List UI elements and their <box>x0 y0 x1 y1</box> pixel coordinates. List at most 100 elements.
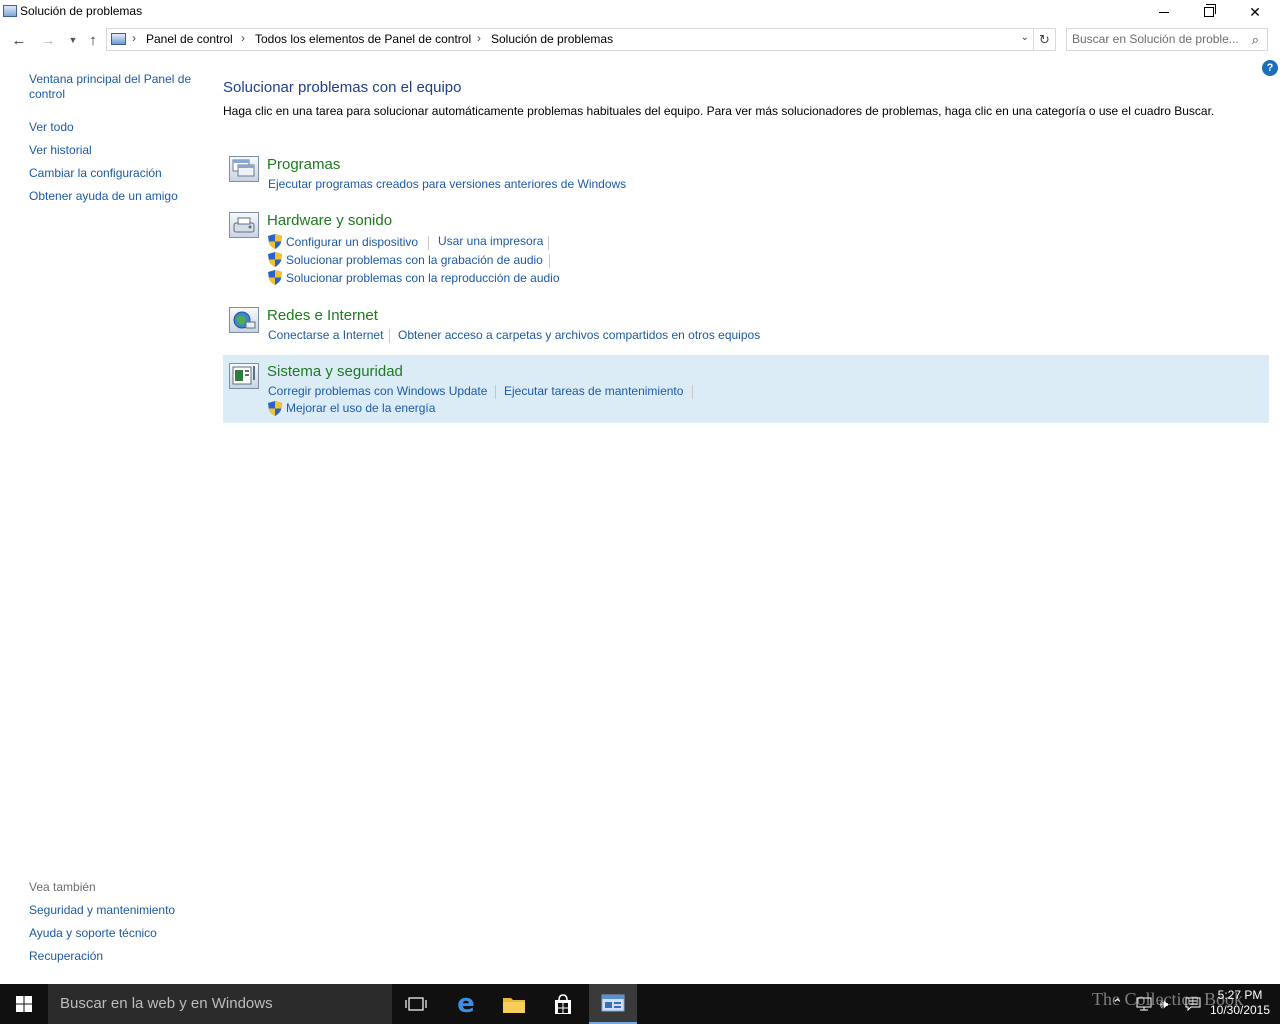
refresh-button[interactable]: ↻ <box>1034 28 1056 51</box>
control-panel-icon <box>601 994 625 1012</box>
navigation-bar: ← → ▼ ↑ › Panel de control › Todos los e… <box>0 28 1280 52</box>
audio-playback-troubleshoot-link[interactable]: Solucionar problemas con la reproducción… <box>286 271 560 285</box>
control-panel-taskbar-button[interactable] <box>589 984 637 1024</box>
maintenance-tasks-link[interactable]: Ejecutar tareas de mantenimiento <box>504 384 683 398</box>
breadcrumb-chevron-icon[interactable]: › <box>241 31 245 45</box>
back-arrow-icon: ← <box>11 31 27 49</box>
show-hidden-icons-button[interactable]: ⌃ <box>1112 984 1123 1024</box>
get-help-from-friend-link[interactable]: Obtener ayuda de un amigo <box>29 189 178 204</box>
taskbar: e The Collection Book ⌃ <box>0 984 1280 1024</box>
network-internet-icon <box>229 307 259 333</box>
change-settings-link[interactable]: Cambiar la configuración <box>29 166 162 181</box>
windows-update-fix-link[interactable]: Corregir problemas con Windows Update <box>268 384 487 398</box>
breadcrumb-chevron-icon[interactable]: › <box>132 31 136 45</box>
breadcrumb-panel-de-control[interactable]: Panel de control <box>146 32 233 46</box>
clock-date: 10/30/2015 <box>1209 1003 1271 1017</box>
taskbar-search[interactable] <box>48 984 392 1024</box>
up-button[interactable]: ↑ <box>83 30 103 50</box>
store-button[interactable] <box>539 984 587 1024</box>
address-bar[interactable]: › Panel de control › Todos los elementos… <box>106 28 1034 51</box>
chevron-up-icon: ⌃ <box>1112 996 1123 1011</box>
search-icon[interactable]: ⌕ <box>1252 32 1259 48</box>
search-input[interactable] <box>1072 32 1242 46</box>
windows-logo-icon <box>16 996 32 1012</box>
category-sistema-seguridad[interactable]: Sistema y seguridad Corregir problemas c… <box>223 355 1269 423</box>
address-dropdown-icon[interactable]: ⌄ <box>1021 32 1029 43</box>
link-separator <box>549 254 550 268</box>
category-title-programas[interactable]: Programas <box>267 156 340 173</box>
forward-button[interactable]: → <box>38 30 58 50</box>
page-title: Solucionar problemas con el equipo <box>223 79 462 96</box>
store-icon <box>555 994 571 1014</box>
restore-icon <box>1204 4 1216 17</box>
category-redes-internet: Redes e Internet Conectarse a Internet O… <box>223 303 1269 351</box>
breadcrumb-todos-los-elementos[interactable]: Todos los elementos de Panel de control <box>255 32 471 46</box>
chevron-down-icon: ▼ <box>68 35 78 45</box>
window-title: Solución de problemas <box>20 4 143 18</box>
see-also-heading: Vea también <box>29 880 96 894</box>
category-title-sistema-seguridad[interactable]: Sistema y seguridad <box>267 363 403 380</box>
taskbar-search-input[interactable] <box>60 995 380 1012</box>
network-icon <box>1136 997 1152 1011</box>
hardware-sound-icon <box>229 212 259 238</box>
link-separator <box>428 236 429 250</box>
power-usage-link[interactable]: Mejorar el uso de la energía <box>286 401 435 415</box>
audio-recording-troubleshoot-link[interactable]: Solucionar problemas con la grabación de… <box>286 253 543 267</box>
uac-shield-icon <box>268 252 282 267</box>
shared-folders-link[interactable]: Obtener acceso a carpetas y archivos com… <box>398 328 760 342</box>
help-support-link[interactable]: Ayuda y soporte técnico <box>29 926 157 941</box>
category-hardware-sonido: Hardware y sonido Configurar un disposit… <box>223 208 1269 292</box>
category-title-hardware-sonido[interactable]: Hardware y sonido <box>267 212 392 229</box>
network-tray-button[interactable] <box>1136 984 1152 1024</box>
minimize-button[interactable] <box>1141 0 1187 24</box>
link-separator <box>389 329 390 343</box>
clock[interactable]: 5:27 PM 10/30/2015 <box>1206 988 1274 1018</box>
control-panel-icon <box>3 5 17 17</box>
link-separator <box>548 236 549 250</box>
breadcrumb-solucion-de-problemas[interactable]: Solución de problemas <box>491 32 613 46</box>
folder-icon <box>503 998 525 1013</box>
page-description: Haga clic en una tarea para solucionar a… <box>223 104 1215 118</box>
use-printer-link[interactable]: Usar una impresora <box>438 234 543 248</box>
clock-time: 5:27 PM <box>1217 988 1263 1002</box>
up-arrow-icon: ↑ <box>89 31 97 49</box>
volume-icon: 🕪 <box>1160 996 1169 1011</box>
connect-internet-link[interactable]: Conectarse a Internet <box>268 328 383 342</box>
category-title-redes-internet[interactable]: Redes e Internet <box>267 307 378 324</box>
back-button[interactable]: ← <box>9 30 29 50</box>
category-programas: Programas Ejecutar programas creados par… <box>223 152 1269 200</box>
edge-button[interactable]: e <box>442 984 490 1024</box>
volume-tray-button[interactable]: 🕪 <box>1160 984 1168 1024</box>
recent-locations-button[interactable]: ▼ <box>63 30 83 50</box>
view-history-link[interactable]: Ver historial <box>29 143 92 158</box>
system-security-icon <box>229 363 259 389</box>
recovery-link[interactable]: Recuperación <box>29 949 103 964</box>
file-explorer-button[interactable] <box>490 984 538 1024</box>
search-box[interactable]: ⌕ <box>1066 28 1268 51</box>
start-button[interactable] <box>0 984 48 1024</box>
security-maintenance-link[interactable]: Seguridad y mantenimiento <box>29 903 175 918</box>
uac-shield-icon <box>268 270 282 285</box>
configure-device-link[interactable]: Configurar un dispositivo <box>286 235 418 249</box>
view-all-link[interactable]: Ver todo <box>29 120 74 135</box>
restore-button[interactable] <box>1186 0 1232 24</box>
run-legacy-programs-link[interactable]: Ejecutar programas creados para versione… <box>268 177 626 191</box>
action-center-icon <box>1185 997 1201 1011</box>
task-view-icon <box>405 997 427 1011</box>
help-button[interactable]: ? <box>1262 60 1278 76</box>
control-panel-location-icon <box>111 33 126 45</box>
action-center-button[interactable] <box>1185 984 1201 1024</box>
close-icon: ✕ <box>1249 3 1261 20</box>
refresh-icon: ↻ <box>1039 31 1050 47</box>
minimize-icon <box>1159 11 1169 13</box>
uac-shield-icon <box>268 234 282 249</box>
close-button[interactable]: ✕ <box>1232 0 1278 24</box>
forward-arrow-icon: → <box>40 31 56 49</box>
uac-shield-icon <box>268 401 282 416</box>
link-separator <box>495 385 496 399</box>
control-panel-home-link[interactable]: Ventana principal del Panel de control <box>29 72 199 102</box>
title-bar: Solución de problemas ✕ <box>0 0 1280 24</box>
task-view-button[interactable] <box>392 984 440 1024</box>
breadcrumb-chevron-icon[interactable]: › <box>477 31 481 45</box>
edge-icon: e <box>457 989 475 1019</box>
